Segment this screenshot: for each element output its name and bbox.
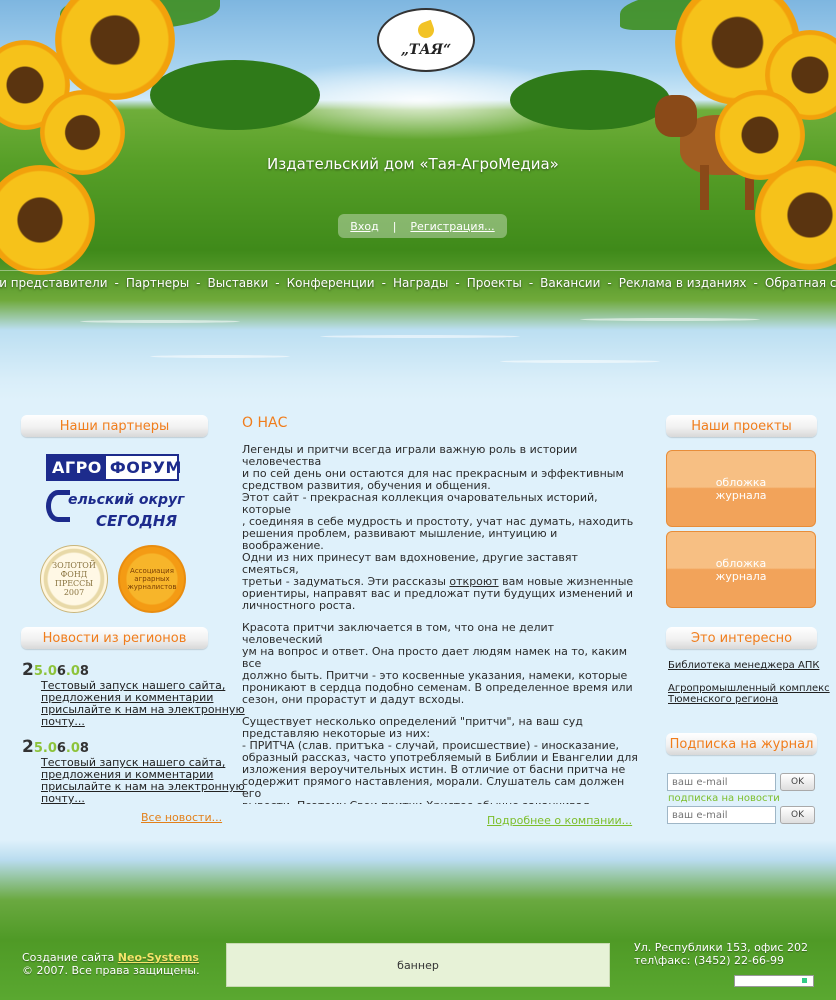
footer-contacts: Ул. Республики 153, офис 202 тел\факс: (… bbox=[634, 941, 808, 967]
nav-separator: - bbox=[753, 275, 758, 290]
regional-news-heading: Новости из регионов bbox=[21, 627, 208, 649]
agroforum-logo-part2: ФОРУМ bbox=[109, 458, 182, 477]
bird-icon bbox=[412, 22, 440, 42]
address-text: Ул. Республики 153, офис 202 bbox=[634, 941, 808, 954]
footer-credits: Создание сайта Neo-Systems © 2007. Все п… bbox=[22, 951, 200, 977]
magazine-cover[interactable]: обложка журнала bbox=[666, 450, 816, 527]
nav-item-conferences[interactable]: Конференции bbox=[287, 276, 375, 290]
footer-banner[interactable]: баннер bbox=[226, 943, 610, 987]
sunflower bbox=[0, 165, 95, 275]
subscribe-news-email-input[interactable] bbox=[667, 806, 776, 824]
auth-separator: | bbox=[392, 219, 397, 233]
nav-separator: - bbox=[275, 275, 280, 290]
news-item-link[interactable]: Тестовый запуск нашего сайта, предложени… bbox=[41, 680, 245, 728]
auth-bar: Вход | Регистрация... bbox=[338, 214, 507, 238]
selskiy-logo-line1: ельский округ bbox=[68, 492, 185, 508]
about-text: Легенды и притчи всегда играли важную ро… bbox=[242, 444, 638, 804]
site-logo[interactable]: „ТАЯ“ bbox=[377, 8, 475, 72]
journalists-association-medal[interactable]: Ассоциация аграрных журналистов bbox=[118, 545, 186, 613]
partners-heading: Наши партнеры bbox=[21, 415, 208, 437]
subscribe-journal-ok-button[interactable]: OK bbox=[780, 773, 815, 791]
nav-item-exhibitions[interactable]: Выставки bbox=[208, 276, 269, 290]
nav-separator: - bbox=[607, 275, 612, 290]
site-title: Издательский дом «Тая-АгроМедиа» bbox=[267, 155, 559, 173]
news-item-link[interactable]: Тестовый запуск нашего сайта, предложени… bbox=[41, 757, 245, 805]
nav-separator: - bbox=[196, 275, 201, 290]
nav-item-vacancies[interactable]: Вакансии bbox=[540, 276, 600, 290]
selskiy-logo-c-shape bbox=[46, 490, 70, 522]
neo-systems-link[interactable]: Neo-Systems bbox=[118, 951, 199, 964]
magazine-cover[interactable]: обложка журнала bbox=[666, 531, 816, 608]
login-link[interactable]: Вход bbox=[350, 220, 378, 233]
selskiy-okrug-logo[interactable]: ельский округ СЕГОДНЯ bbox=[46, 490, 185, 532]
nav-separator: - bbox=[114, 275, 119, 290]
subscribe-news-ok-button[interactable]: OK bbox=[780, 806, 815, 824]
logo-text: „ТАЯ“ bbox=[400, 42, 452, 58]
news-date: 25.06.08 bbox=[22, 660, 89, 680]
interesting-link-agro-complex[interactable]: Агропромышленный комплекс Тюменского рег… bbox=[668, 683, 830, 705]
projects-heading: Наши проекты bbox=[666, 415, 817, 437]
about-heading: О НАС bbox=[242, 415, 288, 431]
copyright-text: © 2007. Все права защищены. bbox=[22, 964, 200, 977]
subscribe-news-label: подписка на новости bbox=[668, 793, 780, 804]
water-ripple bbox=[500, 360, 660, 363]
phone-text: тел\факс: (3452) 22-66-99 bbox=[634, 954, 784, 967]
register-link[interactable]: Регистрация... bbox=[410, 220, 494, 233]
about-paragraph-1: Легенды и притчи всегда играли важную ро… bbox=[242, 444, 634, 612]
association-text: Ассоциация аграрных журналистов bbox=[127, 566, 177, 592]
news-date: 25.06.08 bbox=[22, 737, 89, 757]
nav-separator: - bbox=[381, 275, 386, 290]
subscribe-journal-email-input[interactable] bbox=[667, 773, 776, 791]
interesting-link-library[interactable]: Библиотека менеджера АПК bbox=[668, 660, 819, 671]
nav-item-feedback[interactable]: Обратная связь bbox=[765, 276, 836, 290]
water-ripple bbox=[580, 318, 760, 321]
nav-item-advertising[interactable]: Реклама в изданиях bbox=[619, 276, 747, 290]
sunflower bbox=[40, 90, 125, 175]
water-ripple bbox=[150, 355, 290, 358]
gold-fund-medal[interactable]: ЗОЛОТОЙ ФОНД ПРЕССЫ 2007 bbox=[40, 545, 108, 613]
nav-separator: - bbox=[528, 275, 534, 290]
visit-counter[interactable] bbox=[734, 975, 814, 987]
nav-item-representatives[interactable]: Наши представители bbox=[0, 276, 108, 290]
gold-fund-text: ЗОЛОТОЙ ФОНД ПРЕССЫ 2007 bbox=[52, 560, 96, 598]
all-news-link[interactable]: Все новости... bbox=[141, 811, 222, 824]
water-ripple bbox=[80, 320, 240, 323]
about-paragraph-2: Красота притчи заключается в том, что он… bbox=[242, 621, 633, 706]
main-navigation: Наши представители - Партнеры - Выставки… bbox=[0, 270, 836, 294]
interesting-heading: Это интересно bbox=[666, 627, 817, 649]
tree-cluster-left bbox=[150, 60, 320, 130]
more-about-company-link[interactable]: Подробнее о компании... bbox=[487, 814, 632, 827]
agroforum-logo-part1: АГРО bbox=[48, 456, 106, 479]
nav-item-awards[interactable]: Награды bbox=[393, 276, 448, 290]
selskiy-logo-line2: СЕГОДНЯ bbox=[96, 512, 178, 530]
nav-item-partners[interactable]: Партнеры bbox=[126, 276, 189, 290]
about-paragraph-3: Существует несколько определений "притчи… bbox=[242, 715, 638, 805]
subscription-heading: Подписка на журнал bbox=[666, 733, 817, 755]
agroforum-logo[interactable]: АГРО ФОРУМ bbox=[46, 454, 181, 481]
water-ripple bbox=[320, 335, 520, 338]
tree-cluster-right bbox=[510, 70, 670, 130]
nav-separator: - bbox=[455, 275, 460, 290]
nav-item-projects[interactable]: Проекты bbox=[467, 276, 522, 290]
